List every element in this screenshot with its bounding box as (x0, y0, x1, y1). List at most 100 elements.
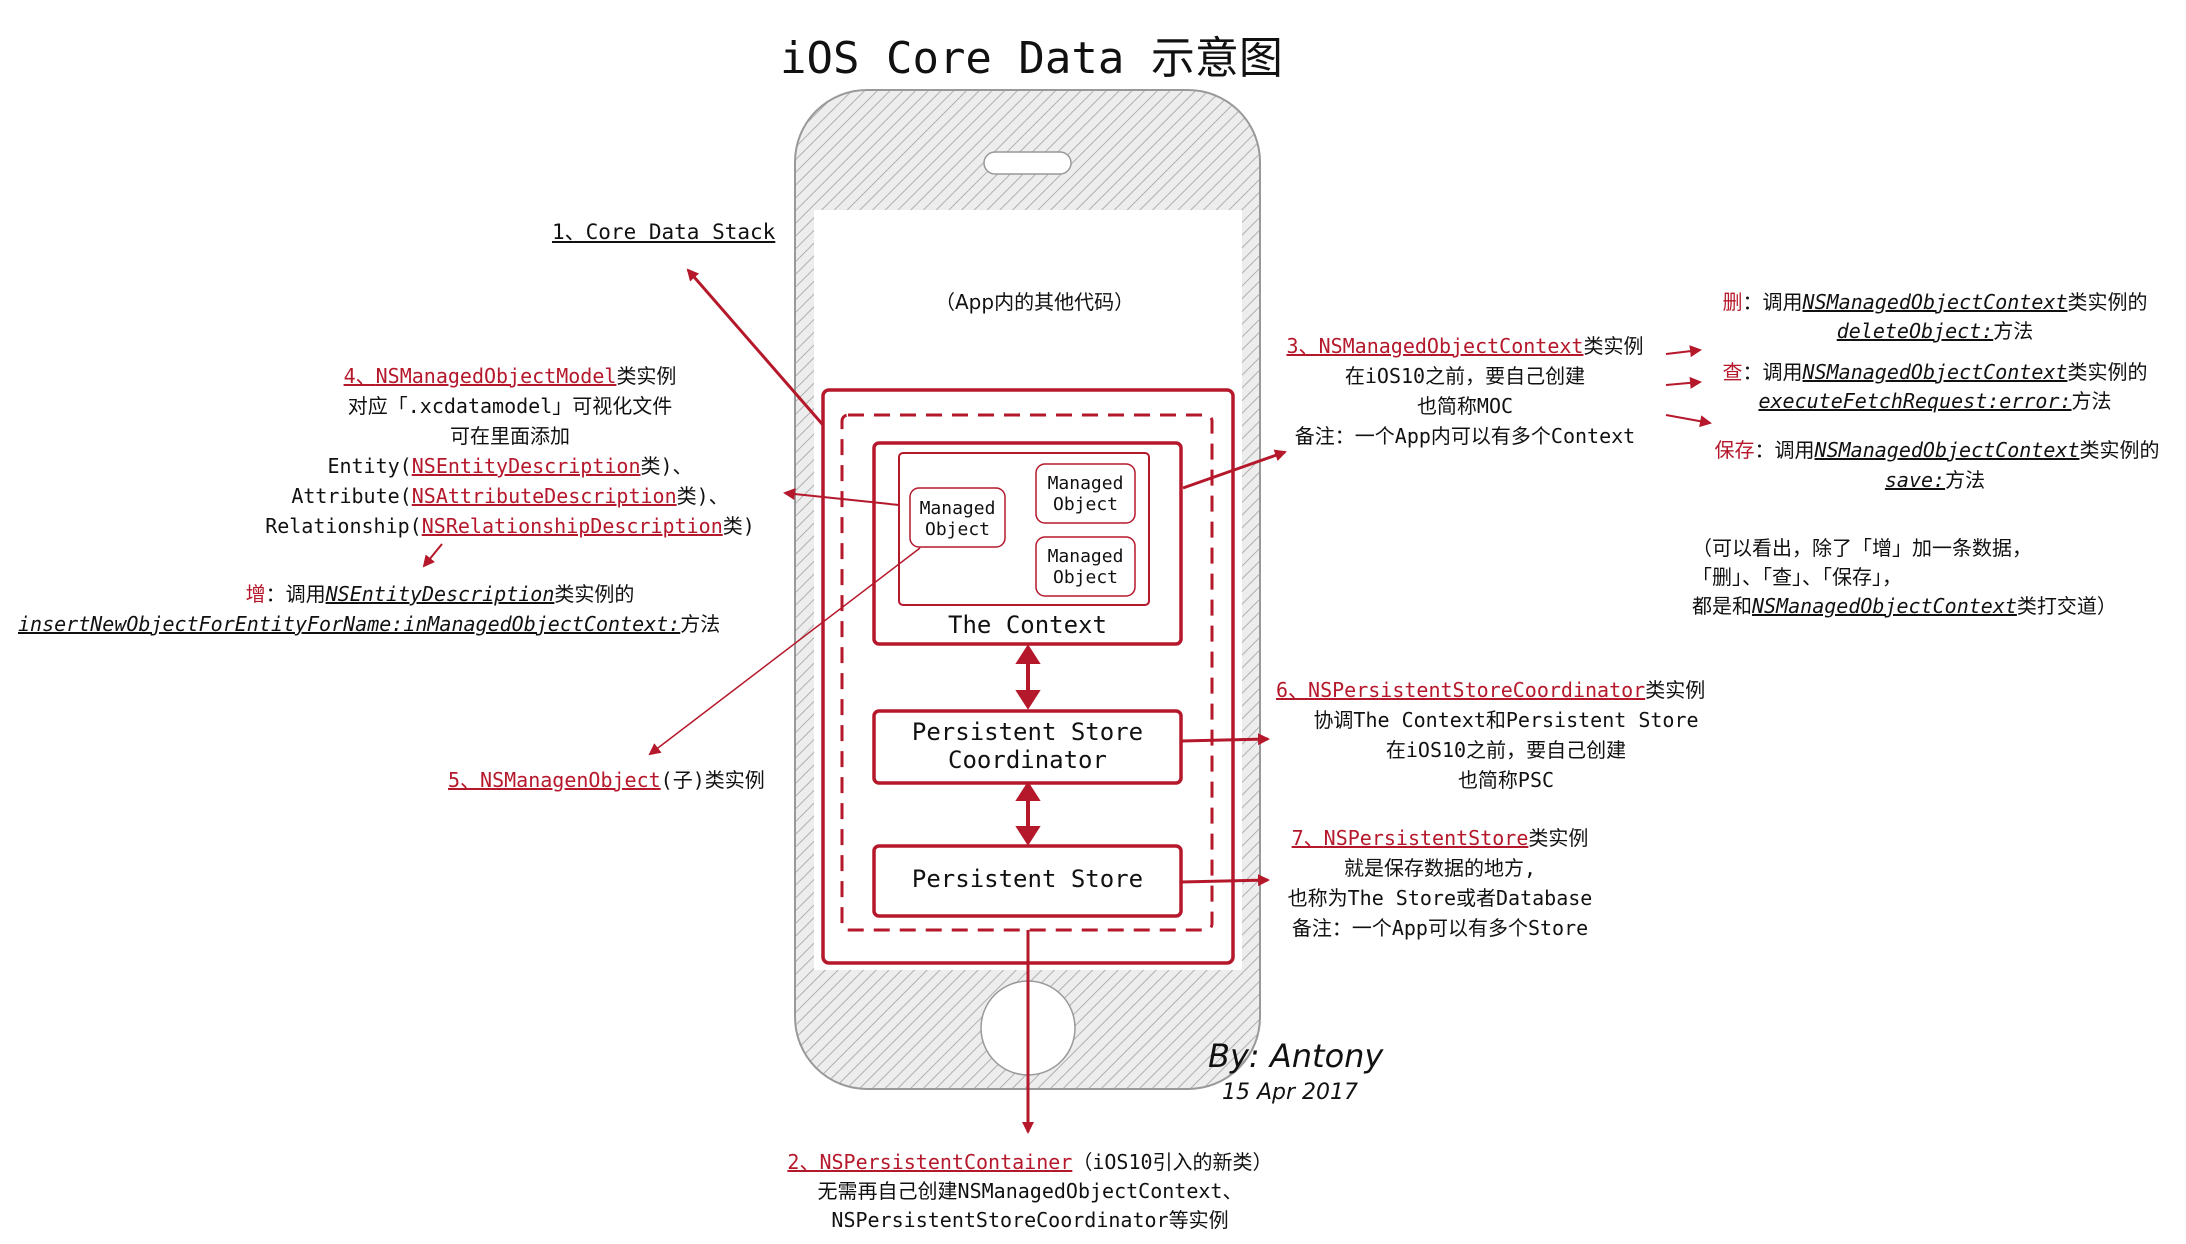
model-link[interactable]: NSManagedObjectModel (376, 364, 617, 388)
add-label: 增 (245, 582, 266, 606)
model-line-1: 4、NSManagedObjectModel类实例 (0, 360, 1020, 389)
store-index: 7、 (1291, 826, 1324, 850)
delete-suffix: 类实例的 (2067, 290, 2148, 314)
fetch-mid: ：调用 (1742, 360, 1803, 384)
store-line-2: 就是保存数据的地方, (1343, 856, 1537, 880)
app-other-code-label: （App内的其他代码） (935, 290, 1135, 314)
arrow-delete (1665, 345, 1702, 358)
note-line-1: （可以看出，除了「增」加一条数据， (1692, 536, 2032, 560)
delete-method[interactable]: deleteObject: (1837, 319, 1994, 343)
date-label: 15 Apr 2017 (1222, 1080, 1359, 1105)
psc-line-1: 6、NSPersistentStoreCoordinator类实例 (1276, 674, 1705, 703)
delete-moc-link[interactable]: NSManagedObjectContext (1803, 290, 2068, 314)
model-suffix: 类实例 (616, 364, 677, 388)
arrow-add (422, 543, 443, 568)
model-line-3: 可在里面添加 (450, 424, 570, 448)
attribute-suffix: 类)、 (676, 484, 729, 508)
save-moc-link[interactable]: NSManagedObjectContext (1815, 438, 2080, 462)
save-method-suffix: 方法 (1945, 468, 1986, 492)
save-mid: ：调用 (1754, 438, 1815, 462)
persistent-store-label: Persistent Store (911, 865, 1144, 893)
arrow-psc (1180, 733, 1270, 746)
note-prefix: 都是和 (1692, 594, 1752, 618)
container-suffix: （iOS10引入的新类） (1072, 1150, 1273, 1174)
psc-label: Persistent Store Coordinator (911, 718, 1144, 774)
model-line-2: 对应「.xcdatamodel」可视化文件 (347, 394, 673, 418)
moc-line-2: 在iOS10之前，要自己创建 (1344, 364, 1586, 388)
persistent-store-link[interactable]: NSPersistentStore (1324, 826, 1529, 850)
arrow-store (1180, 874, 1270, 887)
the-context-label: The Context (948, 611, 1107, 639)
note-moc-link[interactable]: NSManagedObjectContext (1752, 594, 2017, 618)
relationship-suffix: 类) (722, 514, 755, 538)
managed-object-label-3: Managed Object (1047, 546, 1124, 588)
psc-index: 6、 (1276, 678, 1309, 702)
persistent-container-link[interactable]: NSPersistentContainer (819, 1150, 1072, 1174)
mo-suffix: (子)类实例 (660, 768, 765, 792)
note-line-3: 都是和NSManagedObjectContext类打交道） (1692, 590, 2117, 619)
store-line-1: 7、NSPersistentStore类实例 (1270, 822, 1610, 851)
add-mid: ：调用 (265, 582, 326, 606)
psc-suffix: 类实例 (1645, 678, 1706, 702)
insert-method[interactable]: insertNewObjectForEntityForName:inManage… (18, 612, 680, 636)
fetch-line-2: executeFetchRequest:error:方法 (1690, 385, 2180, 414)
managed-object-annotation: 5、NSManagenObject(子)类实例 (448, 764, 765, 793)
attribute-prefix: Attribute( (291, 484, 412, 508)
fetch-label: 查 (1722, 360, 1743, 384)
container-line-3: NSPersistentStoreCoordinator等实例 (831, 1208, 1229, 1232)
fetch-moc-link[interactable]: NSManagedObjectContext (1803, 360, 2068, 384)
mo-index: 5、 (448, 768, 481, 792)
container-line-1: 2、NSPersistentContainer（iOS10引入的新类） (700, 1146, 1360, 1175)
model-line-6: Relationship(NSRelationshipDescription类) (0, 510, 1020, 539)
note-line-2: 「删」、「查」、「保存」， (1692, 565, 1902, 589)
moc-index: 3、 (1286, 334, 1319, 358)
fetch-suffix: 类实例的 (2067, 360, 2148, 384)
psc-line-4: 也简称PSC (1457, 768, 1555, 792)
relationship-description-link[interactable]: NSRelationshipDescription (422, 514, 723, 538)
add-suffix: 类实例的 (554, 582, 635, 606)
model-line-4: Entity(NSEntityDescription类)、 (0, 450, 1020, 479)
save-line-2: save:方法 (1690, 464, 2180, 493)
store-suffix: 类实例 (1528, 826, 1589, 850)
moc-line-4: 备注：一个App内可以有多个Context (1294, 424, 1636, 448)
save-suffix: 类实例的 (2079, 438, 2160, 462)
delete-line-1: 删：调用NSManagedObjectContext类实例的 (1690, 286, 2180, 315)
save-method[interactable]: save: (1885, 468, 1945, 492)
byline: By: Antony (1208, 1037, 1384, 1075)
diagram-canvas: iOS Core Data 示意图 （App内的其他代码） Managed Ob… (0, 0, 2186, 1244)
container-index: 2、 (787, 1150, 820, 1174)
relationship-prefix: Relationship( (265, 514, 422, 538)
fetch-method[interactable]: executeFetchRequest:error: (1758, 389, 2071, 413)
note-suffix: 类打交道） (2016, 594, 2117, 618)
store-line-3: 也称为The Store或者Database (1287, 886, 1593, 910)
model-index: 4、 (343, 364, 376, 388)
delete-method-suffix: 方法 (1993, 319, 2034, 343)
add-line-2: insertNewObjectForEntityForName:inManage… (18, 608, 720, 637)
save-label: 保存 (1714, 438, 1755, 462)
model-line-5: Attribute(NSAttributeDescription类)、 (0, 480, 1020, 509)
entity-description-link[interactable]: NSEntityDescription (412, 454, 641, 478)
psc-link[interactable]: NSPersistentStoreCoordinator (1308, 678, 1645, 702)
entity-suffix: 类)、 (640, 454, 693, 478)
psc-line-2: 协调The Context和Persistent Store (1313, 708, 1699, 732)
attribute-description-link[interactable]: NSAttributeDescription (412, 484, 677, 508)
moc-suffix: 类实例 (1583, 334, 1644, 358)
store-line-4: 备注：一个App可以有多个Store (1291, 916, 1589, 940)
moc-line-1: 3、NSManagedObjectContext类实例 (1270, 330, 1660, 359)
managed-object-label-2: Managed Object (1047, 473, 1124, 515)
add-entity-link[interactable]: NSEntityDescription (326, 582, 555, 606)
phone-speaker (983, 151, 1072, 175)
moc-link[interactable]: NSManagedObjectContext (1319, 334, 1584, 358)
add-method-suffix: 方法 (680, 612, 721, 636)
fetch-method-suffix: 方法 (2071, 389, 2112, 413)
managed-object-link[interactable]: NSManagenObject (480, 768, 661, 792)
delete-mid: ：调用 (1742, 290, 1803, 314)
psc-line-3: 在iOS10之前，要自己创建 (1385, 738, 1627, 762)
delete-line-2: deleteObject:方法 (1690, 315, 2180, 344)
fetch-line-1: 查：调用NSManagedObjectContext类实例的 (1690, 356, 2180, 385)
add-line-1: 增：调用NSEntityDescription类实例的 (0, 578, 880, 607)
save-line-1: 保存：调用NSManagedObjectContext类实例的 (1690, 434, 2184, 463)
container-line-2: 无需再自己创建NSManagedObjectContext、 (817, 1179, 1243, 1203)
core-data-stack-label: 1、Core Data Stack (552, 220, 776, 244)
moc-line-3: 也简称MOC (1416, 394, 1514, 418)
